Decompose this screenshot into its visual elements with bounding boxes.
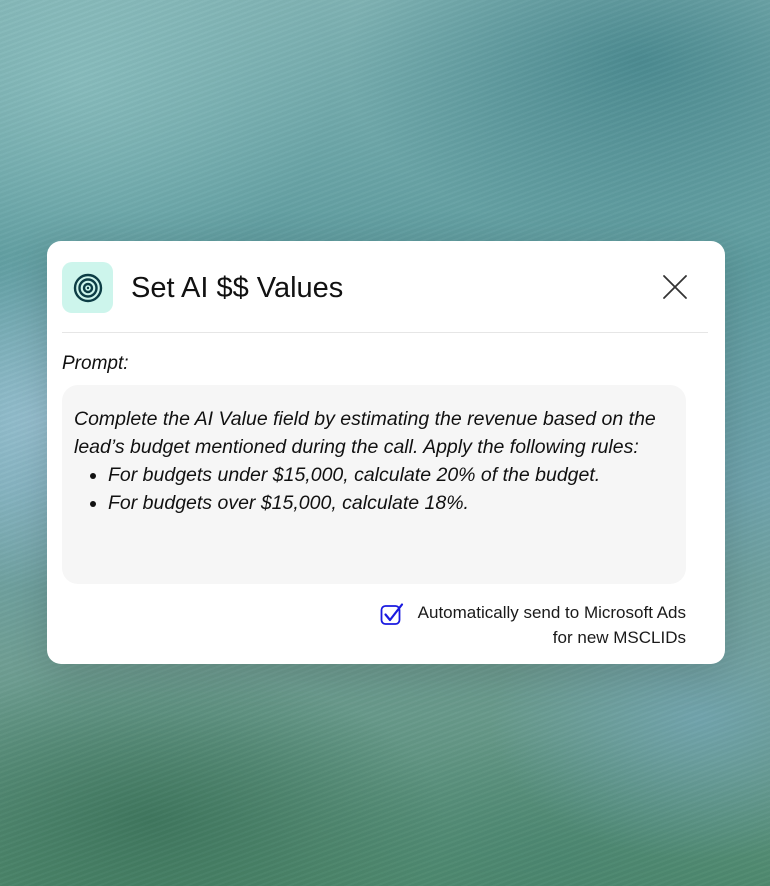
prompt-rules-list: For budgets under $15,000, calculate 20%… xyxy=(74,461,674,517)
target-icon xyxy=(62,262,113,313)
prompt-intro: Complete the AI Value field by estimatin… xyxy=(74,408,656,458)
header-divider xyxy=(62,332,708,333)
prompt-label: Prompt: xyxy=(62,353,129,374)
auto-send-checkbox[interactable] xyxy=(380,602,404,626)
checkbox-checked-icon xyxy=(380,603,403,625)
set-ai-values-dialog: Set AI $$ Values Prompt: Complete the AI… xyxy=(47,241,725,664)
auto-send-label: Automatically send to Microsoft Ads for … xyxy=(418,600,686,650)
prompt-rule: For budgets over $15,000, calculate 18%. xyxy=(108,489,674,517)
auto-send-label-line1: Automatically send to Microsoft Ads xyxy=(417,603,686,622)
prompt-rule: For budgets under $15,000, calculate 20%… xyxy=(108,461,674,489)
prompt-text-box[interactable]: Complete the AI Value field by estimatin… xyxy=(62,385,686,584)
close-button[interactable] xyxy=(659,271,691,303)
dialog-title: Set AI $$ Values xyxy=(131,272,344,304)
auto-send-option: Automatically send to Microsoft Ads for … xyxy=(380,600,686,650)
auto-send-label-line2: for new MSCLIDs xyxy=(552,628,686,647)
close-icon xyxy=(663,275,687,299)
